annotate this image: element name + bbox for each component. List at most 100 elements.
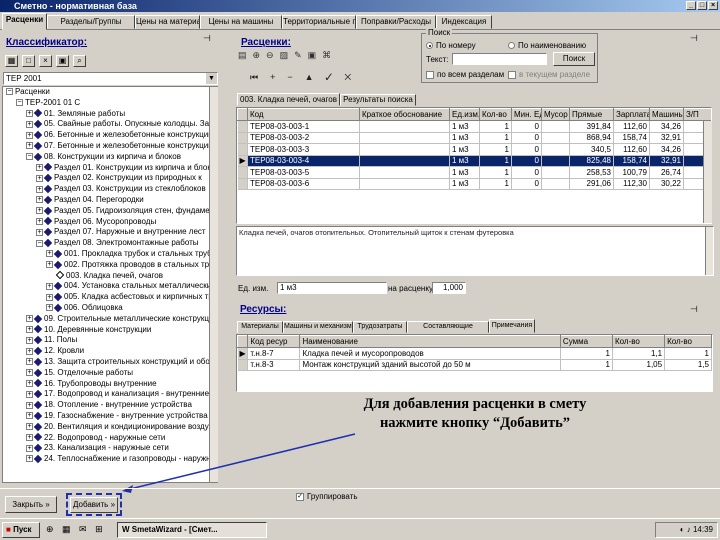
classifier-tree[interactable]: − Расценки − ТЕР-2001 01 С +01. Земляные раб… (2, 86, 218, 483)
expand-icon[interactable]: + (26, 444, 33, 452)
tree-node[interactable]: 003. Кладка печей, очагов (3, 271, 217, 282)
tree-node[interactable]: + Раздел 06. Мусоропроводы (3, 217, 217, 228)
current-section-check[interactable]: в текущем разделе (508, 70, 590, 79)
collapse-icon[interactable]: − (36, 239, 43, 247)
tree-node[interactable]: − 08. Конструкции из кирпича и блоков (3, 152, 217, 163)
tab-indexing[interactable]: Индексация (436, 15, 492, 29)
tree-node[interactable]: + Раздел 07. Наружные и внутренние лест (3, 227, 217, 238)
tree-node[interactable]: +16. Трубопроводы внутренние (3, 379, 217, 390)
column-header[interactable]: Мусор (541, 108, 570, 121)
pricings-toolbar-row1[interactable]: ▤⊕⊖▨✎▣⌘ (238, 50, 418, 64)
tab-notes[interactable]: Примечания (489, 319, 535, 333)
tree-node[interactable]: +07. Бетонные и железобетонные конструкц… (3, 141, 217, 152)
chevron-down-icon[interactable]: ▼ (206, 73, 217, 84)
expand-icon[interactable]: + (26, 347, 33, 355)
tab-labor[interactable]: Трудозатраты (353, 321, 407, 333)
table-row[interactable]: ТЕР08-03-003-2 1 м3 1 0 868,94 158,74 32,91 (237, 132, 711, 144)
column-header[interactable]: Мин. Ед.мы (511, 108, 542, 121)
expand-icon[interactable]: + (46, 304, 53, 312)
expand-icon[interactable]: + (36, 217, 43, 225)
expand-icon[interactable]: + (46, 293, 53, 301)
tab-materials[interactable]: Материалы (237, 321, 283, 333)
expand-icon[interactable]: + (26, 109, 33, 117)
expand-icon[interactable]: + (36, 185, 43, 193)
row-indicator[interactable] (237, 132, 248, 144)
expand-icon[interactable]: + (36, 207, 43, 215)
tab-components[interactable]: Составляющие (407, 321, 489, 333)
close-button[interactable]: × (708, 1, 718, 10)
row-indicator[interactable] (237, 359, 249, 371)
tree-node[interactable]: +24. Теплоснабжение и газопроводы - нару… (3, 454, 217, 465)
taskbar-app-button[interactable]: W SmetaWizard - [Смет... (117, 522, 267, 538)
tree-node[interactable]: +05. Свайные работы. Опускные колодцы. З… (3, 119, 217, 130)
checkbox-icon[interactable] (426, 70, 434, 79)
tab-machines[interactable]: Машины и механизмы (283, 321, 353, 333)
column-header[interactable]: Наименование (299, 335, 561, 348)
expand-icon[interactable]: + (26, 336, 33, 344)
tree-node[interactable]: +23. Канализация - наружные сети (3, 443, 217, 454)
expand-icon[interactable]: + (26, 433, 33, 441)
expand-icon[interactable]: + (36, 228, 43, 236)
tab-sections[interactable]: Разделы/Группы (47, 15, 135, 29)
expand-icon[interactable]: + (26, 401, 33, 409)
tree-node[interactable]: + Раздел 05. Гидроизоляция стен, фундамен (3, 206, 217, 217)
collapse-icon[interactable]: − (6, 88, 13, 96)
tree-node[interactable]: + Раздел 03. Конструкции из стеклоблоков (3, 184, 217, 195)
row-indicator[interactable] (237, 120, 248, 133)
table-row[interactable]: ТЕР08-03-003-5 1 м3 1 0 258,53 100,79 26,74 (237, 166, 711, 179)
expand-icon[interactable]: + (26, 390, 33, 398)
expand-icon[interactable]: + (46, 261, 53, 269)
expand-icon[interactable]: + (36, 163, 43, 171)
radio-icon[interactable] (508, 42, 515, 50)
search-input[interactable] (452, 53, 547, 65)
per-pricing-field[interactable]: 1,000 (432, 282, 466, 294)
expand-icon[interactable]: + (26, 379, 33, 387)
tree-find-icon[interactable]: ⌕ (73, 55, 86, 67)
tab-corrections[interactable]: Поправки/Расходы (356, 15, 436, 29)
column-header[interactable]: Сумма (559, 335, 614, 348)
pin-icon[interactable]: ⊣ (690, 304, 698, 315)
column-header[interactable]: Код (247, 108, 360, 121)
tab-search-results[interactable]: Результаты поиска (340, 94, 416, 106)
column-header[interactable] (237, 335, 249, 348)
tree-node[interactable]: +10. Деревянные конструкции (3, 325, 217, 336)
expand-icon[interactable]: + (26, 325, 33, 333)
tree-scrollbar[interactable] (209, 87, 218, 482)
tree-node[interactable]: − ТЕР-2001 01 С (3, 98, 217, 109)
collapse-icon[interactable]: − (26, 153, 33, 161)
tree-delete-icon[interactable]: × (39, 55, 52, 67)
table-row[interactable]: ▶ ТЕР08-03-003-4 1 м3 1 0 825,48 158,74 32,91 (237, 155, 711, 167)
tree-node[interactable]: +18. Отопление - внутренние устройства (3, 400, 217, 411)
tree-node[interactable]: +20. Вентиляция и кондиционирование возд… (3, 422, 217, 433)
row-indicator[interactable] (237, 178, 248, 190)
column-header[interactable]: Кол-во (479, 108, 512, 121)
tree-node[interactable]: +005. Кладка асбестовых и кирпичных труб (3, 292, 217, 303)
expand-icon[interactable]: + (46, 282, 53, 290)
tab-machine-prices[interactable]: Цены на машины (200, 15, 282, 29)
tree-node[interactable]: +13. Защита строительных конструкций и о… (3, 357, 217, 368)
expand-icon[interactable]: + (26, 412, 33, 420)
row-pointer-icon[interactable]: ▶ (237, 347, 249, 360)
tree-node[interactable]: +01. Земляные работы (3, 109, 217, 120)
column-header[interactable]: Кол-во (664, 335, 712, 348)
search-by-name[interactable]: По наименованию (508, 41, 586, 50)
tree-node[interactable]: +06. Бетонные и железобетонные конструкц… (3, 130, 217, 141)
row-indicator[interactable] (237, 166, 248, 179)
expand-icon[interactable]: + (26, 120, 33, 128)
tree-new-icon[interactable]: □ (22, 55, 35, 67)
column-header[interactable]: Машины (649, 108, 684, 121)
search-button[interactable]: Поиск (553, 52, 595, 66)
all-sections-check[interactable]: по всем разделам (426, 70, 504, 79)
table-row[interactable]: т.н.8-3 Монтаж конструкций зданий высотой… (237, 359, 712, 371)
tab-territorial-zones[interactable]: Территориальные пояса (282, 15, 356, 29)
expand-icon[interactable]: + (26, 315, 33, 323)
tree-copy-icon[interactable]: ▣ (56, 55, 69, 67)
tree-node[interactable]: +002. Протяжка проводов в стальных труб (3, 260, 217, 271)
tab-pricings[interactable]: Расценки (2, 13, 47, 30)
quicklaunch-icons[interactable]: ⊕ ▦ ✉ ⊞ (46, 524, 106, 535)
expand-icon[interactable]: + (26, 358, 33, 366)
checkbox-icon[interactable] (508, 70, 516, 79)
pricings-nav-toolbar[interactable]: ⏮+−▲✓✕ (250, 72, 410, 84)
checkbox-icon[interactable]: ✓ (296, 492, 304, 501)
table-row[interactable]: ТЕР08-03-003-1 1 м3 1 0 391,84 112,60 34,26 (237, 120, 711, 133)
